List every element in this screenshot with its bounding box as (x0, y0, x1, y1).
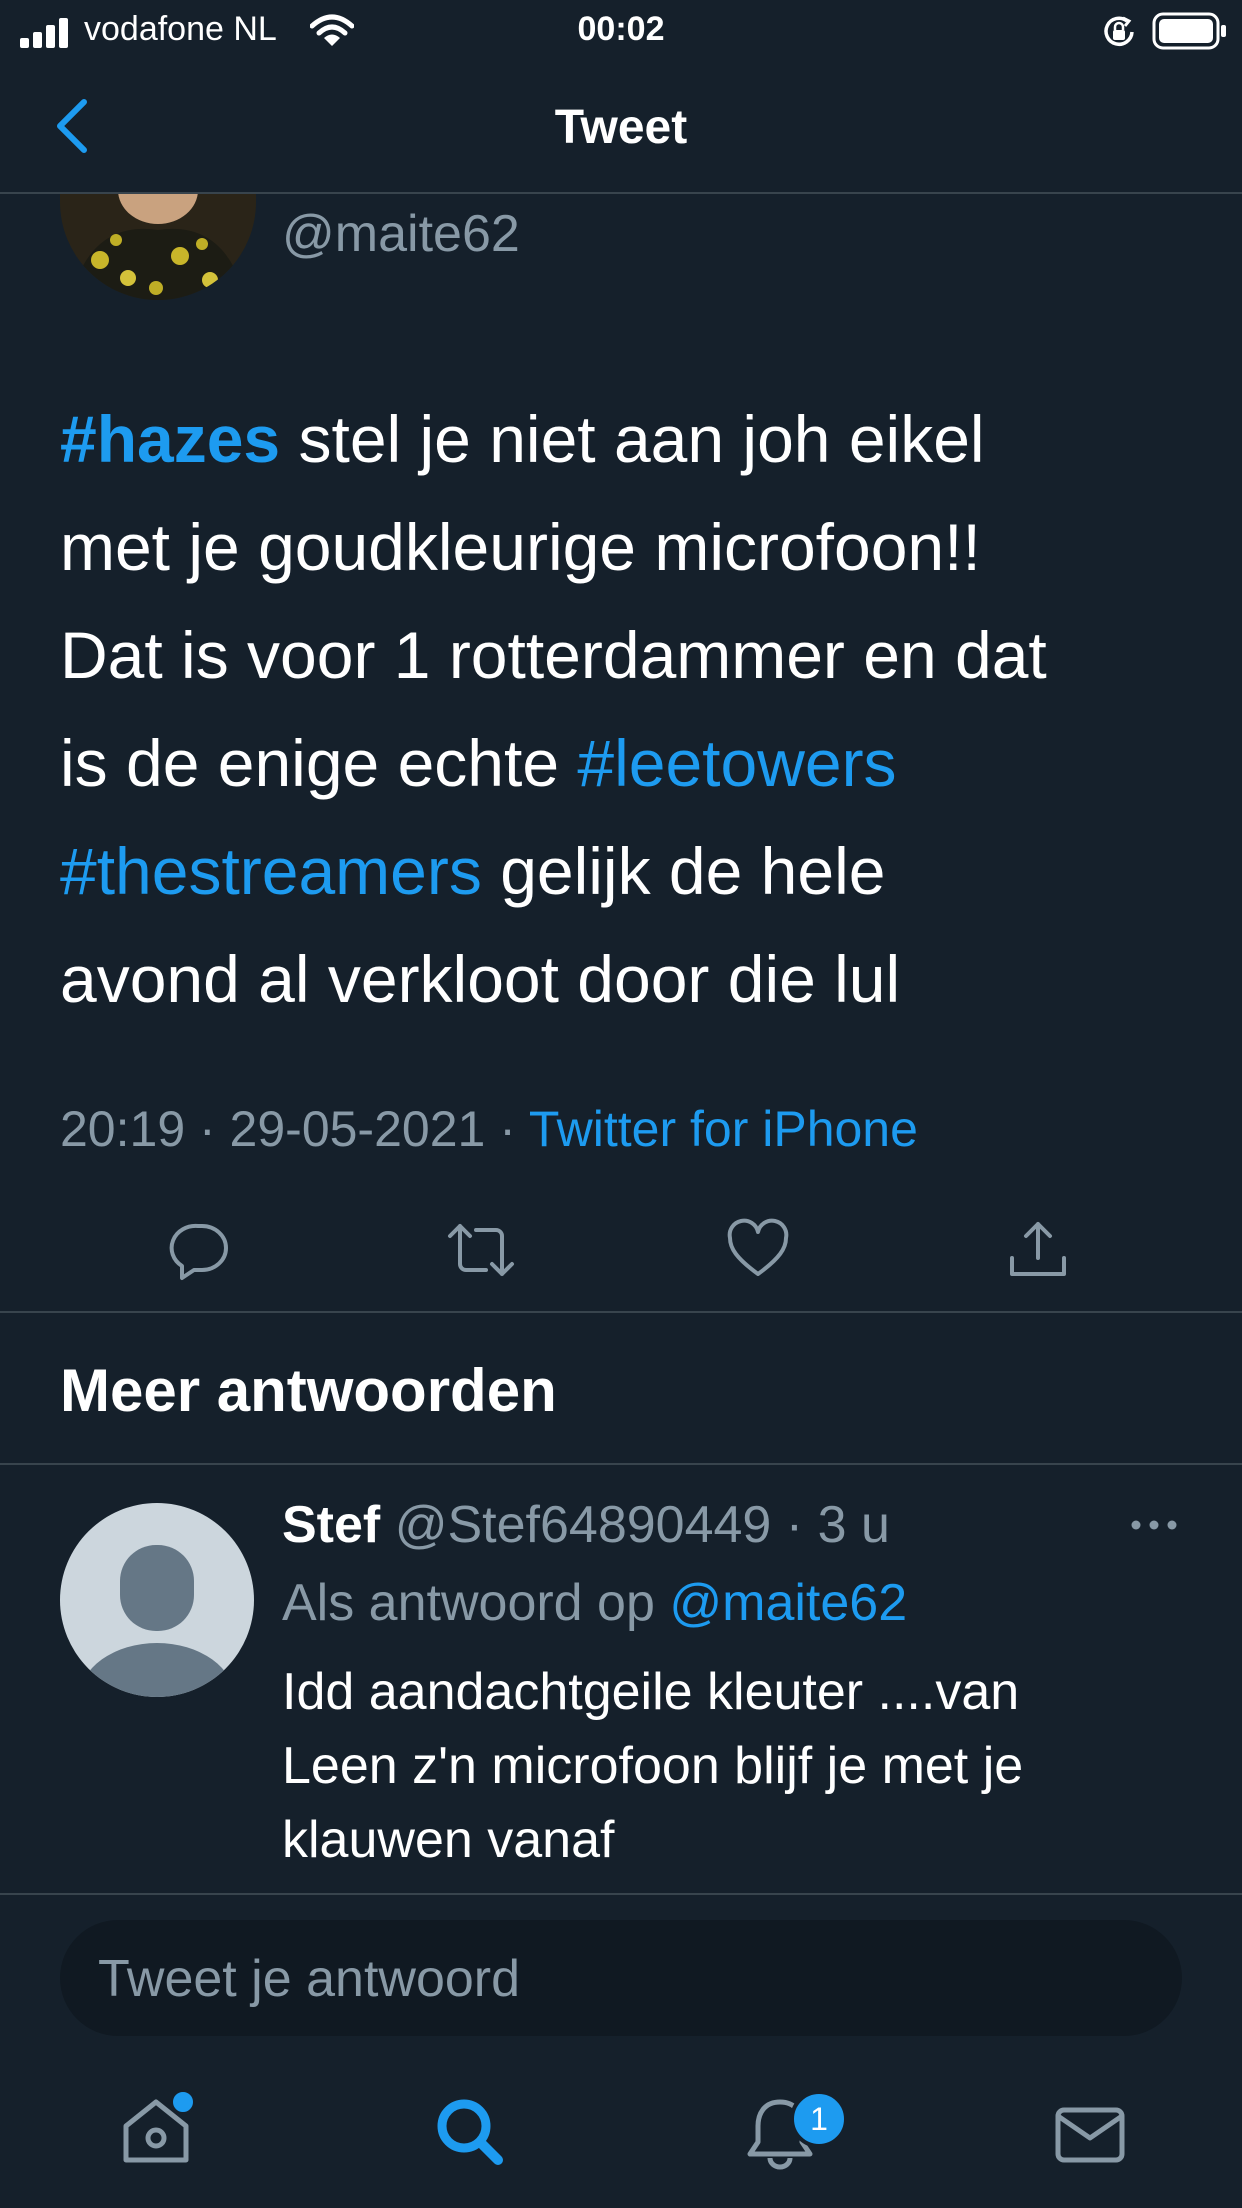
tweet-line: #thestreamers gelijk de hele (60, 817, 1200, 925)
share-icon[interactable] (1006, 1218, 1070, 1282)
navigation-header: Tweet (0, 62, 1242, 194)
tweet-source-link[interactable]: Twitter for iPhone (529, 1101, 918, 1157)
battery-icon (1152, 12, 1228, 50)
tweet-line: #hazes stel je niet aan joh eikel (60, 385, 1200, 493)
retweet-icon[interactable] (446, 1218, 514, 1282)
more-replies-heading: Meer antwoorden (60, 1357, 557, 1424)
hashtag-link[interactable]: #thestreamers (60, 834, 482, 908)
tweet-meta: 20:19 · 29-05-2021 · Twitter for iPhone (60, 1100, 918, 1158)
reply-time: · 3 u (771, 1496, 890, 1554)
reply-input[interactable] (96, 1920, 1140, 2038)
page-title: Tweet (554, 101, 688, 154)
reply-text: Idd aandachtgeile kleuter ....van Leen z… (282, 1655, 1182, 1877)
reply-line: Leen z'n microfoon blijf je met je (282, 1737, 1024, 1795)
reply-composer (60, 1920, 1182, 2038)
tweet-author-handle[interactable]: @maite62 (282, 204, 520, 264)
tweet-text: #hazes stel je niet aan joh eikel met je… (60, 385, 1200, 1033)
tweet-line-text: gelijk de hele (481, 834, 886, 908)
more-options-icon[interactable] (1130, 1510, 1178, 1540)
status-bar: vodafone NL 00:02 (0, 0, 1242, 62)
notifications-badge: 1 (790, 2090, 848, 2148)
clock: 00:02 (577, 10, 665, 48)
divider (0, 1463, 1242, 1465)
reply-context: Als antwoord op @maite62 (282, 1573, 907, 1633)
reply-mention-link[interactable]: @maite62 (669, 1574, 907, 1632)
reply-line: Idd aandachtgeile kleuter ....van (282, 1663, 1020, 1721)
divider (0, 1311, 1242, 1313)
orientation-lock-icon (1102, 15, 1136, 49)
tweet-line-text: stel je niet aan joh eikel (280, 402, 985, 476)
tweet-line: avond al verkloot door die lul (60, 925, 1200, 1033)
tweet-line-text: avond al verkloot door die lul (60, 942, 901, 1016)
reply-context-prefix: Als antwoord op (282, 1574, 670, 1632)
reply-header: Stef @Stef64890449 · 3 u (282, 1495, 890, 1555)
divider (0, 1893, 1242, 1895)
tweet-line-text: Dat is voor 1 rotterdammer en dat (60, 618, 1047, 692)
hashtag-link[interactable]: #leetowers (577, 726, 896, 800)
tweet-line: is de enige echte #leetowers (60, 709, 1200, 817)
tweet-line-text: is de enige echte (60, 726, 578, 800)
tweet-line-text: met je goudkleurige microfoon!! (60, 510, 981, 584)
tweet-timestamp: 20:19 · 29-05-2021 · (60, 1101, 529, 1157)
reply-line: klauwen vanaf (282, 1811, 615, 1869)
hashtag-link[interactable]: #hazes (60, 402, 280, 476)
reply-author-avatar[interactable] (60, 1503, 254, 1697)
tweet-line: Dat is voor 1 rotterdammer en dat (60, 601, 1200, 709)
like-icon[interactable] (726, 1218, 790, 1282)
messages-tab-icon[interactable] (1050, 2094, 1130, 2174)
new-content-indicator (170, 2089, 196, 2115)
reply-author-name[interactable]: Stef (282, 1496, 380, 1554)
tweet-line: met je goudkleurige microfoon!! (60, 493, 1200, 601)
search-tab-icon[interactable] (430, 2092, 510, 2172)
reply-icon[interactable] (168, 1218, 232, 1282)
reply-author-handle[interactable]: @Stef64890449 (395, 1496, 772, 1554)
